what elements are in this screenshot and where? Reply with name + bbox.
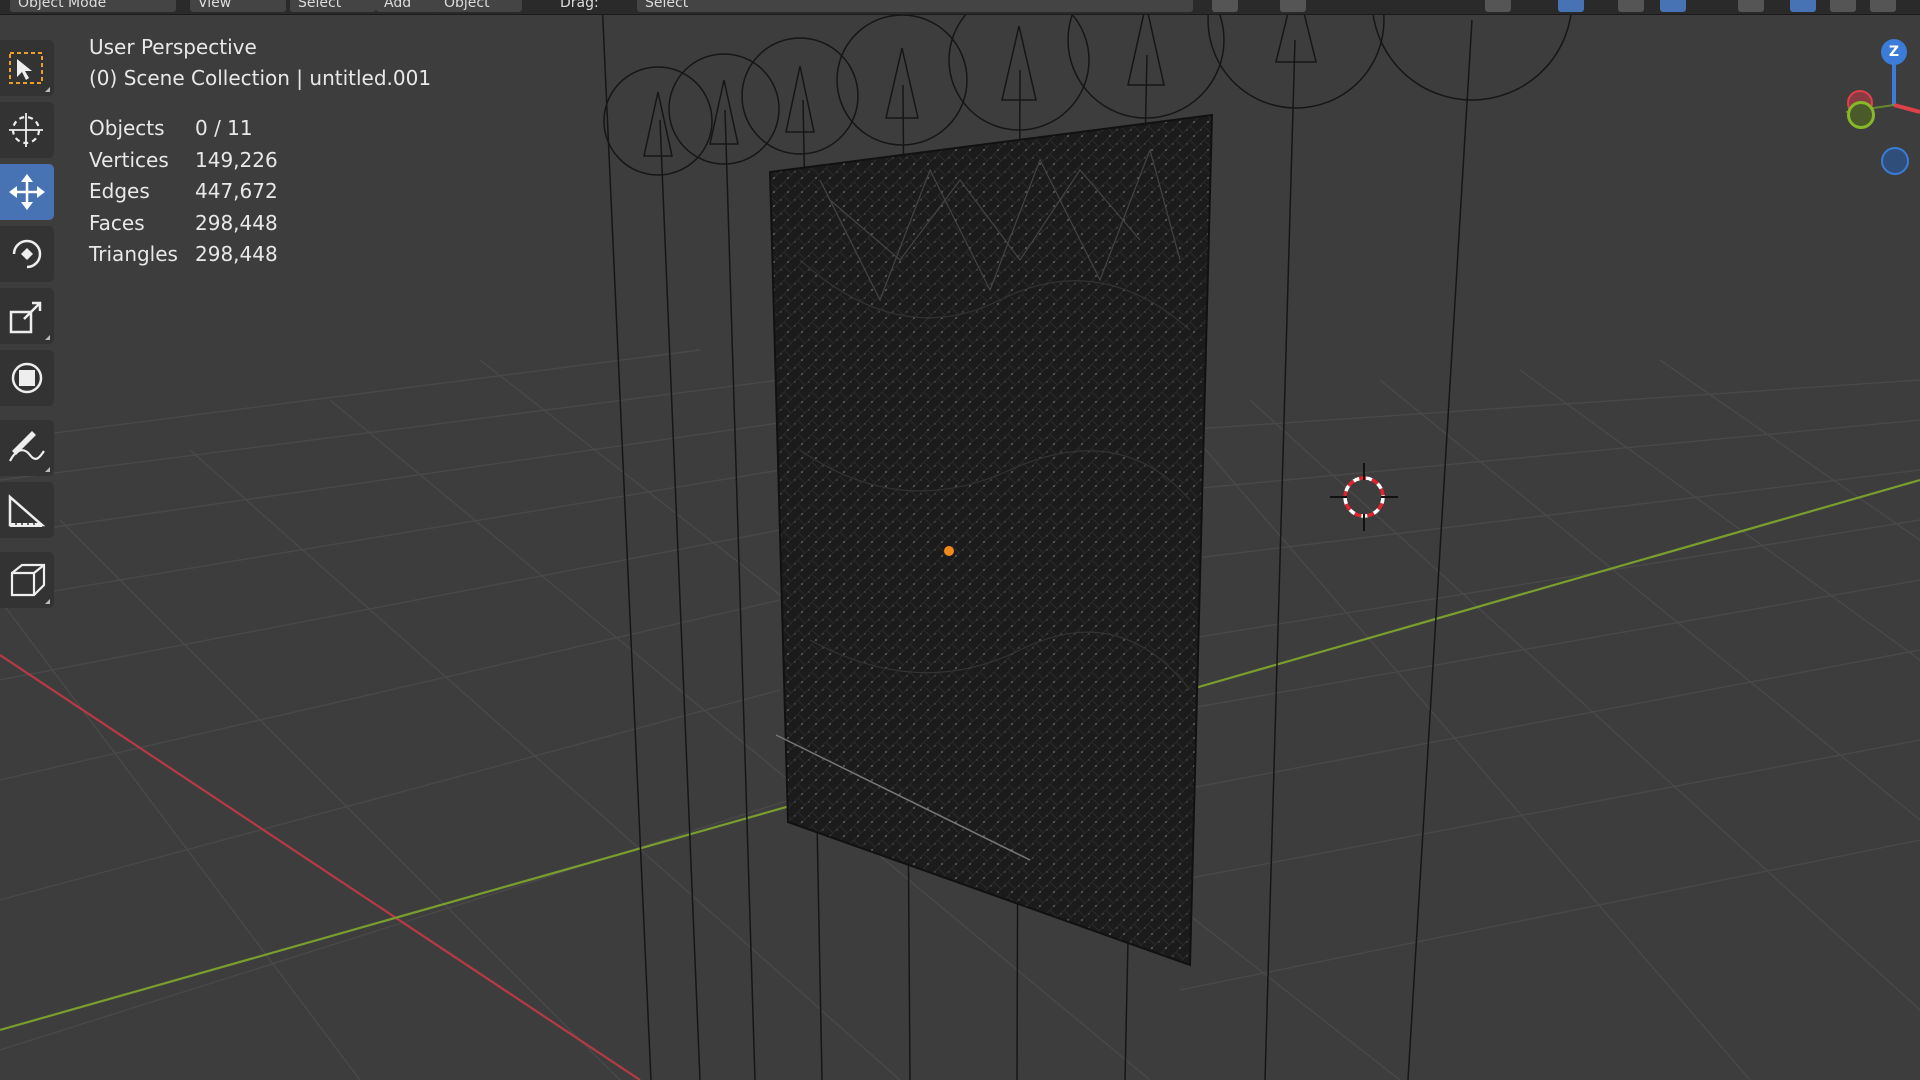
viewport-info: User Perspective (0) Scene Collection | …	[89, 32, 431, 94]
add-cube-icon	[10, 563, 46, 597]
move-icon	[9, 174, 45, 210]
mesh-object[interactable]	[768, 113, 1214, 967]
scale-tool[interactable]	[0, 288, 54, 344]
shading-solid-icon[interactable]	[1790, 0, 1816, 12]
shading-material-icon[interactable]	[1830, 0, 1856, 12]
stat-row-faces: Faces 298,448	[89, 208, 329, 240]
rotate-icon	[12, 239, 42, 269]
rotate-tool[interactable]	[0, 226, 54, 282]
object-origin	[944, 546, 954, 556]
stat-value: 0 / 11	[195, 116, 253, 140]
cursor-tool[interactable]	[0, 102, 54, 158]
transform-orientation-icon[interactable]	[1558, 0, 1584, 12]
annotate-icon	[9, 431, 45, 462]
stat-row-objects: Objects 0 / 11	[89, 113, 329, 145]
stat-label: Objects	[89, 116, 165, 140]
gizmo-z-axis[interactable]: Z	[1881, 39, 1907, 65]
perspective-label: User Perspective	[89, 35, 257, 59]
gizmo-neg-z-axis[interactable]	[1881, 147, 1909, 175]
xray-icon[interactable]	[1738, 0, 1764, 12]
select-box-icon	[9, 52, 43, 84]
move-tool[interactable]	[0, 164, 54, 220]
scale-icon	[9, 301, 42, 334]
viewport-header: Object Mode View Select Add Object Drag:…	[0, 0, 1920, 15]
stat-value: 149,226	[195, 147, 278, 172]
proportional-edit-icon[interactable]	[1280, 0, 1306, 12]
mode-dropdown[interactable]: Object Mode	[10, 0, 176, 12]
gizmo-y-axis[interactable]	[1847, 101, 1875, 129]
stat-value: 298,448	[195, 242, 278, 266]
select-mode-dropdown[interactable]: Select	[637, 0, 1193, 12]
stat-label: Vertices	[89, 147, 169, 172]
stat-row-triangles: Triangles 298,448	[89, 239, 329, 271]
object-menu[interactable]: Object	[436, 0, 522, 12]
transform-tool[interactable]	[0, 350, 54, 406]
view-menu[interactable]: View	[190, 0, 286, 12]
add-cube-tool[interactable]	[0, 552, 54, 608]
shading-rendered-icon[interactable]	[1870, 0, 1896, 12]
overlay-toggle-icon[interactable]	[1660, 0, 1686, 12]
navigation-gizmo[interactable]: Z	[1800, 30, 1920, 190]
snap-icon[interactable]	[1212, 0, 1238, 12]
collection-label: (0) Scene Collection | untitled.001	[89, 66, 432, 90]
stat-row-edges: Edges 447,672	[89, 176, 329, 208]
measure-tool[interactable]	[0, 482, 54, 538]
stat-value: 447,672	[195, 179, 278, 203]
stat-label: Triangles	[89, 242, 178, 266]
stat-label: Faces	[89, 210, 145, 235]
measure-icon	[8, 494, 46, 527]
x-axis-line	[0, 654, 641, 1080]
add-menu[interactable]: Add	[376, 0, 440, 12]
select-menu[interactable]: Select	[290, 0, 376, 12]
stat-label: Edges	[89, 179, 150, 203]
cursor-icon	[9, 113, 43, 147]
annotate-tool[interactable]	[0, 420, 54, 476]
gizmo-toggle-icon[interactable]	[1618, 0, 1644, 12]
3d-cursor[interactable]	[1330, 463, 1398, 531]
transform-icon	[11, 362, 43, 394]
drag-label: Drag:	[560, 0, 599, 11]
stat-value: 298,448	[195, 210, 278, 235]
select-box-tool[interactable]	[0, 40, 54, 96]
pivot-icon[interactable]	[1485, 0, 1511, 12]
3d-viewport[interactable]: Object Mode View Select Add Object Drag:…	[0, 0, 1920, 1080]
stat-row-vertices: Vertices 149,226	[89, 145, 329, 177]
scene-statistics: Objects 0 / 11 Vertices 149,226 Edges 44…	[89, 113, 329, 271]
y-axis-line-far	[1194, 478, 1920, 690]
